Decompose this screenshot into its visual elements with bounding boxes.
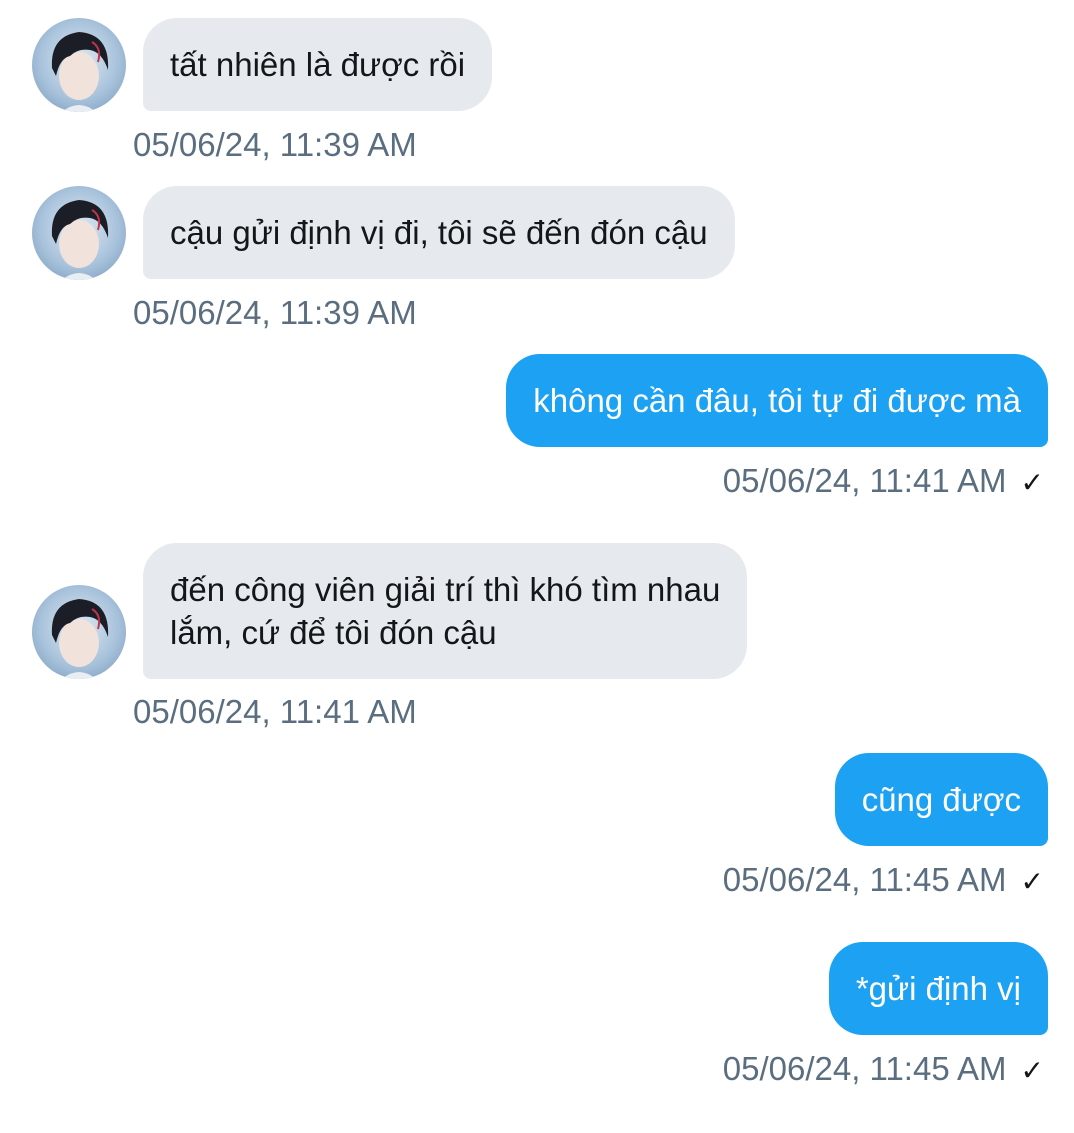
message-bubble-outgoing[interactable]: không cần đâu, tôi tự đi được mà	[506, 354, 1048, 447]
contact-avatar[interactable]	[32, 18, 126, 112]
sent-check-icon: ✓	[1020, 467, 1044, 498]
message-timestamp-row: 05/06/24, 11:41 AM ✓	[723, 461, 1044, 503]
message-bubble-incoming[interactable]: cậu gửi định vị đi, tôi sẽ đến đón cậu	[143, 186, 735, 279]
message-bubble-incoming[interactable]: tất nhiên là được rồi	[143, 18, 493, 111]
contact-avatar[interactable]	[32, 186, 126, 280]
message-bubble-outgoing[interactable]: *gửi định vị	[828, 942, 1048, 1035]
message-timestamp: 05/06/24, 11:41 AM	[722, 462, 1007, 499]
sent-check-icon: ✓	[1020, 866, 1044, 897]
message-timestamp: 05/06/24, 11:39 AM	[133, 126, 417, 163]
contact-avatar[interactable]	[32, 585, 126, 679]
avatar-photo-icon	[51, 599, 109, 679]
message-timestamp: 05/06/24, 11:41 AM	[133, 693, 417, 730]
message-timestamp: 05/06/24, 11:45 AM	[722, 1050, 1007, 1087]
sent-check-icon: ✓	[1020, 1055, 1044, 1086]
message-timestamp: 05/06/24, 11:39 AM	[133, 294, 417, 331]
message-bubble-incoming[interactable]: đến công viên giải trí thì khó tìm nhau …	[143, 543, 748, 679]
message-timestamp: 05/06/24, 11:45 AM	[722, 861, 1007, 898]
message-timestamp-row: 05/06/24, 11:45 AM ✓	[723, 860, 1044, 902]
message-timestamp-row: 05/06/24, 11:45 AM ✓	[723, 1049, 1044, 1091]
avatar-photo-icon	[51, 200, 109, 280]
avatar-photo-icon	[51, 32, 109, 112]
message-bubble-outgoing[interactable]: cũng được	[834, 753, 1048, 846]
